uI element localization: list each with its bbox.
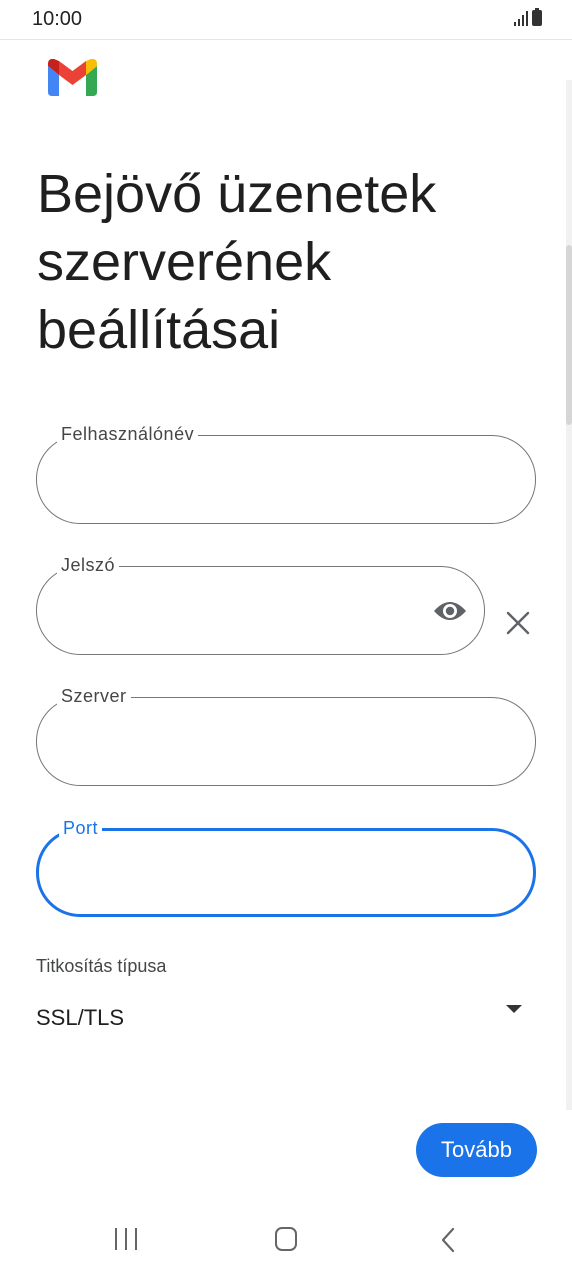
- scrollbar-track[interactable]: [566, 80, 572, 1110]
- navigation-bar: [0, 1200, 572, 1275]
- battery-icon: [532, 8, 542, 26]
- home-icon[interactable]: [275, 1227, 297, 1251]
- username-label: Felhasználónév: [57, 424, 199, 445]
- server-field[interactable]: Szerver: [36, 686, 536, 786]
- password-field[interactable]: Jelszó: [36, 555, 485, 655]
- encryption-type-select[interactable]: SSL/TLS: [36, 995, 536, 1041]
- status-bar: 10:00: [0, 0, 572, 40]
- dropdown-arrow-icon: [506, 1005, 522, 1013]
- signal-icon: [514, 10, 528, 26]
- password-input[interactable]: [61, 591, 414, 631]
- recent-apps-icon[interactable]: [115, 1228, 137, 1250]
- server-label: Szerver: [57, 686, 131, 707]
- close-icon[interactable]: [505, 610, 531, 636]
- status-time: 10:00: [32, 8, 83, 30]
- username-field[interactable]: Felhasználónév: [36, 424, 536, 524]
- password-label: Jelszó: [57, 555, 120, 576]
- next-button[interactable]: Tovább: [416, 1123, 537, 1177]
- server-input[interactable]: [61, 722, 465, 762]
- status-icons: [514, 8, 542, 26]
- port-label: Port: [59, 818, 103, 839]
- page-title: Bejövő üzenetek szerverének beállításai: [37, 164, 437, 360]
- encryption-type-label: Titkosítás típusa: [36, 956, 167, 976]
- port-field[interactable]: Port: [36, 818, 536, 917]
- port-input[interactable]: [63, 855, 463, 895]
- encryption-type-value: SSL/TLS: [36, 1005, 125, 1030]
- scrollbar-thumb[interactable]: [566, 245, 572, 425]
- back-icon[interactable]: [440, 1227, 456, 1253]
- eye-icon[interactable]: [432, 595, 468, 627]
- screen: 10:00 Bejövő üzenetek szerverének beállí…: [0, 0, 572, 1275]
- gmail-logo: [48, 58, 97, 96]
- username-input[interactable]: [61, 460, 465, 500]
